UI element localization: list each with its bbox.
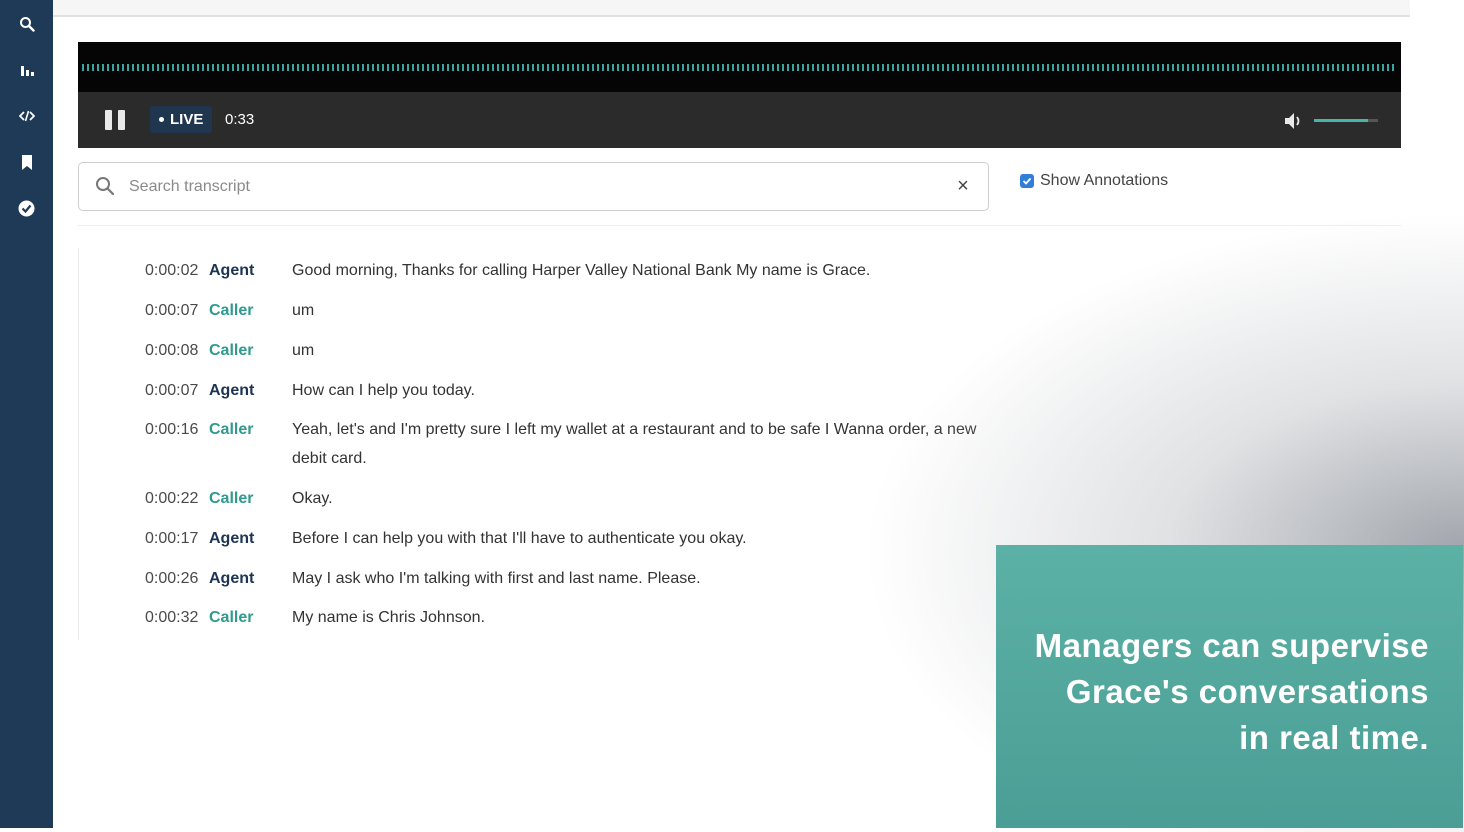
row-timestamp[interactable]: 0:00:07 xyxy=(145,296,201,325)
waveform[interactable] xyxy=(78,42,1401,92)
row-speaker: Caller xyxy=(209,490,254,507)
search-box: × xyxy=(78,162,989,211)
volume-slider[interactable] xyxy=(1314,119,1378,122)
row-timestamp[interactable]: 0:00:16 xyxy=(145,415,201,444)
row-speaker: Agent xyxy=(209,262,255,279)
row-speaker: Agent xyxy=(209,530,255,547)
row-message: Before I can help you with that I'll hav… xyxy=(292,530,747,547)
row-timestamp[interactable]: 0:00:17 xyxy=(145,524,201,553)
caption-panel: Managers can supervise Grace's conversat… xyxy=(996,545,1463,828)
row-message: um xyxy=(292,302,315,319)
sidebar xyxy=(0,0,53,828)
code-icon[interactable] xyxy=(0,104,53,128)
volume-icon[interactable] xyxy=(1283,110,1305,132)
row-speaker: Agent xyxy=(209,382,255,399)
live-label: LIVE xyxy=(170,111,204,128)
live-badge[interactable]: LIVE xyxy=(150,106,213,133)
row-message: My name is Chris Johnson. xyxy=(292,609,485,626)
waveform-ticks xyxy=(82,64,1397,71)
row-speaker: Agent xyxy=(209,570,255,587)
divider xyxy=(78,225,1401,226)
row-timestamp[interactable]: 0:00:26 xyxy=(145,564,201,593)
row-message: um xyxy=(292,342,315,359)
row-speaker: Caller xyxy=(209,609,254,626)
bar-chart-icon[interactable] xyxy=(0,58,53,82)
row-message: Okay. xyxy=(292,490,333,507)
search-icon[interactable] xyxy=(0,12,53,36)
check-circle-icon[interactable] xyxy=(0,196,53,220)
annotations-checkbox[interactable] xyxy=(1020,174,1034,188)
row-timestamp[interactable]: 0:00:32 xyxy=(145,603,201,632)
volume-fill xyxy=(1314,119,1369,122)
row-timestamp[interactable]: 0:00:02 xyxy=(145,256,201,285)
top-bar xyxy=(53,0,1410,17)
row-message: How can I help you today. xyxy=(292,382,475,399)
row-timestamp[interactable]: 0:00:08 xyxy=(145,336,201,365)
player-controls: LIVE 0:33 xyxy=(78,92,1401,148)
live-dot-icon xyxy=(159,117,164,122)
row-message: Yeah, let's and I'm pretty sure I left m… xyxy=(292,421,977,467)
row-message: May I ask who I'm talking with first and… xyxy=(292,570,701,587)
caption-text: Managers can supervise Grace's conversat… xyxy=(1034,627,1429,756)
search-input[interactable] xyxy=(127,171,931,203)
show-annotations-toggle[interactable]: Show Annotations xyxy=(1020,172,1168,190)
pause-button[interactable] xyxy=(103,108,127,132)
row-timestamp[interactable]: 0:00:07 xyxy=(145,376,201,405)
row-speaker: Caller xyxy=(209,342,254,359)
transcript-list: 0:00:02 Agent Good morning, Thanks for cal… xyxy=(78,248,989,640)
annotations-label: Show Annotations xyxy=(1040,172,1169,189)
elapsed-time: 0:33 xyxy=(225,111,255,128)
audio-player: LIVE 0:33 xyxy=(78,42,1401,148)
bookmark-icon[interactable] xyxy=(0,150,53,174)
row-speaker: Caller xyxy=(209,302,254,319)
row-timestamp[interactable]: 0:00:22 xyxy=(145,484,201,513)
search-icon xyxy=(95,176,115,201)
clear-search-button[interactable]: × xyxy=(952,175,974,197)
row-speaker: Caller xyxy=(209,421,254,438)
row-message: Good morning, Thanks for calling Harper … xyxy=(292,262,871,279)
